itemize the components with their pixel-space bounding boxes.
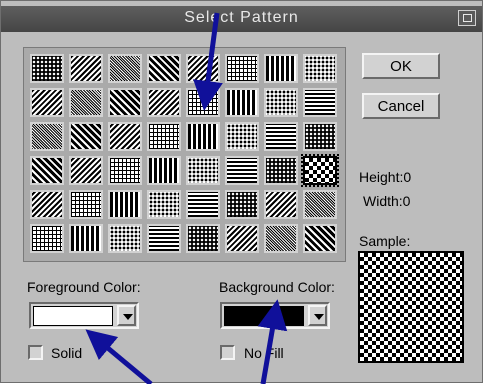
pattern-swatch[interactable] — [186, 122, 220, 151]
pattern-swatch[interactable] — [186, 190, 220, 219]
pattern-swatch[interactable] — [186, 54, 220, 83]
pattern-swatch[interactable] — [225, 224, 259, 253]
solid-checkbox-label: Solid — [51, 345, 83, 361]
foreground-color-label: Foreground Color: — [27, 279, 141, 295]
pattern-swatch[interactable] — [147, 156, 181, 185]
chevron-down-icon[interactable] — [117, 305, 136, 326]
dialog-title: Select Pattern — [184, 9, 299, 26]
sample-label: Sample: — [359, 233, 411, 249]
pattern-swatch[interactable] — [69, 224, 103, 253]
foreground-color-select[interactable] — [29, 302, 139, 329]
title-bar[interactable]: Select Pattern — [1, 6, 482, 32]
pattern-swatch[interactable] — [264, 122, 298, 151]
pattern-swatch[interactable] — [30, 122, 64, 151]
cancel-button[interactable]: Cancel — [362, 93, 440, 119]
pattern-swatch[interactable] — [69, 156, 103, 185]
pattern-swatch[interactable] — [108, 54, 142, 83]
pattern-swatch[interactable] — [147, 224, 181, 253]
pattern-swatch[interactable] — [264, 88, 298, 117]
pattern-swatch[interactable] — [303, 224, 337, 253]
pattern-swatch[interactable] — [225, 54, 259, 83]
pattern-swatch[interactable] — [225, 156, 259, 185]
pattern-swatch[interactable] — [30, 54, 64, 83]
pattern-swatch[interactable] — [264, 190, 298, 219]
pattern-swatch[interactable] — [303, 88, 337, 117]
pattern-swatch[interactable] — [186, 156, 220, 185]
arrow-icon — [85, 329, 153, 384]
no-fill-checkbox-label: No Fill — [244, 345, 284, 361]
pattern-swatch[interactable] — [303, 122, 337, 151]
pattern-swatch[interactable] — [108, 122, 142, 151]
pattern-swatch[interactable] — [303, 190, 337, 219]
pattern-swatch[interactable] — [301, 154, 339, 187]
pattern-swatch[interactable] — [147, 88, 181, 117]
pattern-swatch[interactable] — [264, 224, 298, 253]
pattern-swatch[interactable] — [225, 88, 259, 117]
pattern-swatch[interactable] — [30, 224, 64, 253]
pattern-grid — [23, 47, 346, 262]
pattern-swatch[interactable] — [147, 54, 181, 83]
sample-preview — [358, 251, 464, 363]
chevron-down-icon[interactable] — [308, 305, 327, 326]
pattern-swatch[interactable] — [69, 190, 103, 219]
pattern-swatch[interactable] — [186, 224, 220, 253]
pattern-swatch[interactable] — [108, 156, 142, 185]
ok-button[interactable]: OK — [362, 53, 440, 79]
pattern-swatch[interactable] — [225, 190, 259, 219]
pattern-swatch[interactable] — [303, 54, 337, 83]
solid-checkbox[interactable] — [28, 345, 43, 360]
background-color-swatch — [224, 306, 304, 326]
pattern-swatch[interactable] — [69, 54, 103, 83]
pattern-swatch[interactable] — [264, 156, 298, 185]
pattern-swatch[interactable] — [225, 122, 259, 151]
pattern-swatch[interactable] — [108, 224, 142, 253]
pattern-swatch[interactable] — [30, 156, 64, 185]
pattern-swatch[interactable] — [264, 54, 298, 83]
pattern-swatch[interactable] — [69, 88, 103, 117]
background-color-select[interactable] — [220, 302, 330, 329]
width-readout: Width:0 — [363, 193, 411, 209]
background-color-label: Background Color: — [219, 279, 335, 295]
no-fill-checkbox[interactable] — [220, 345, 235, 360]
pattern-swatch[interactable] — [186, 88, 220, 117]
pattern-swatch[interactable] — [147, 122, 181, 151]
pattern-swatch[interactable] — [108, 190, 142, 219]
pattern-swatch[interactable] — [147, 190, 181, 219]
pattern-swatch[interactable] — [108, 88, 142, 117]
height-readout: Height:0 — [359, 169, 412, 185]
pattern-swatch[interactable] — [30, 88, 64, 117]
select-pattern-dialog: Select Pattern OK Cancel Height:0 Width:… — [0, 0, 483, 384]
foreground-color-swatch — [33, 306, 113, 326]
window-close-icon[interactable] — [458, 10, 476, 26]
pattern-swatch[interactable] — [69, 122, 103, 151]
pattern-swatch[interactable] — [30, 190, 64, 219]
